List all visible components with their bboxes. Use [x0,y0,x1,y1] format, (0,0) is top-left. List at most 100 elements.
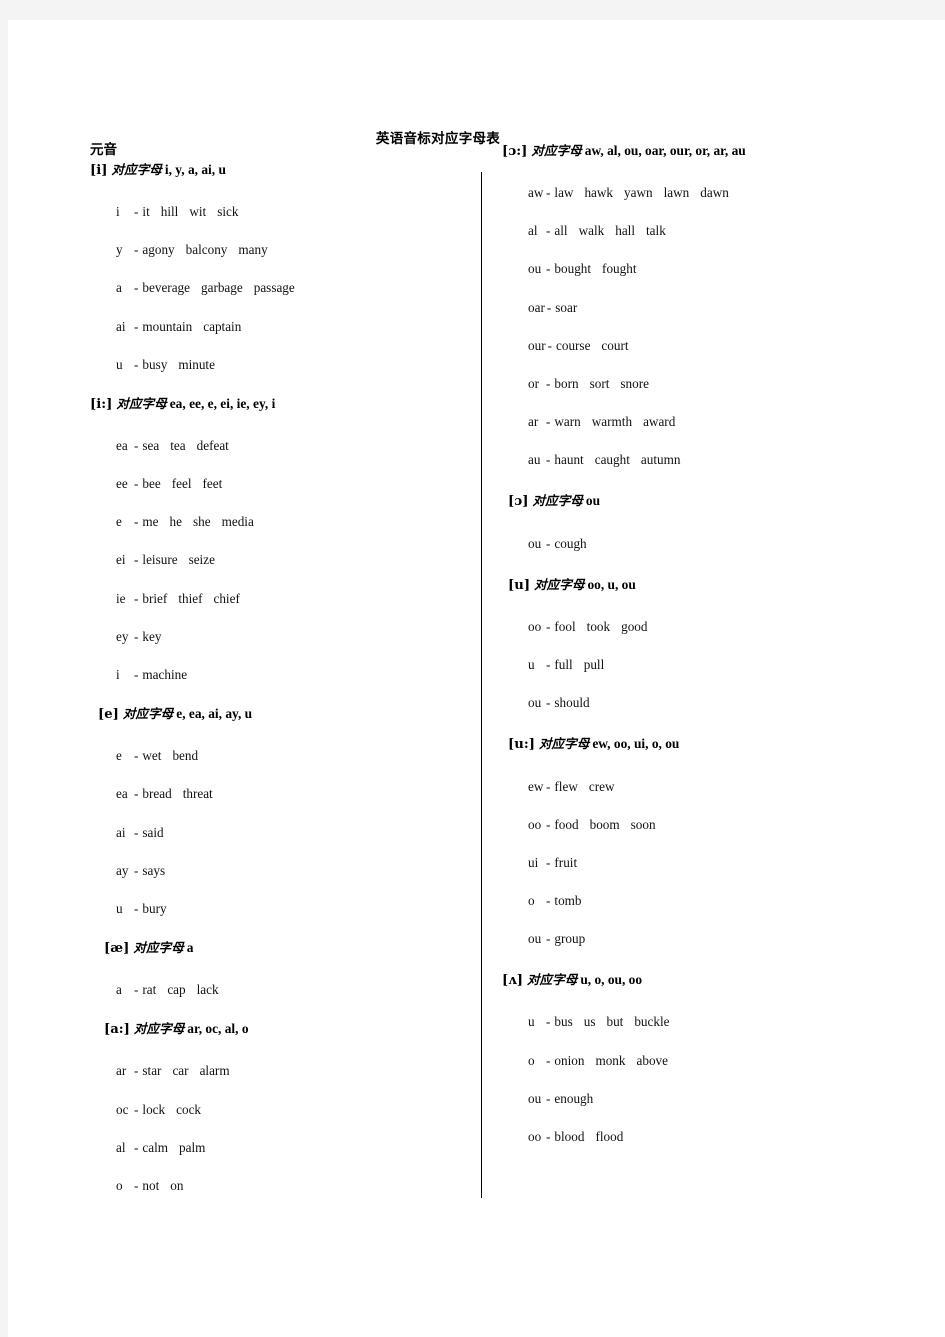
example-word: monk [595,1052,626,1068]
row-letter: y [116,242,123,258]
row-dash: - [134,628,139,644]
phoneme-heading: [i:] 对应字母 ea, ee, e, ei, ie, ey, i [90,395,470,413]
example-word: bury [142,900,167,916]
phoneme-heading: [ʌ] 对应字母 u, o, ou, oo [502,971,912,989]
row-letter: ou [528,535,542,551]
corresponding-letters-label: 对应字母 [111,161,162,177]
row-dash: - [546,1014,551,1030]
example-word: said [142,824,164,840]
row-dash: - [546,695,551,711]
example-word: lack [196,982,219,998]
letter-example-row: aw - law hawk yawn lawn dawn [528,184,912,201]
row-letter: ar [528,414,539,430]
example-word: passage [253,280,295,296]
example-word: boom [589,816,620,832]
example-word: walk [578,223,605,239]
letter-example-row: o - onion monk above [528,1052,912,1069]
example-word: hill [160,204,179,220]
row-dash: - [546,535,551,551]
row-letter: ui [528,854,539,870]
row-letter: ew [528,778,544,794]
row-dash: - [546,618,551,634]
example-word: minute [178,356,215,372]
example-word: wet [142,748,162,764]
row-letter: al [528,223,538,239]
letter-example-row: o - tomb [528,892,912,909]
corresponding-letters-label: 对应字母 [531,143,582,158]
example-word: feet [202,476,223,492]
phoneme-symbol: [i:] [90,396,113,412]
example-word: media [221,514,254,530]
example-word: it [142,204,150,220]
row-letter: u [528,657,535,673]
letter-example-row: u - busy minute [116,356,470,373]
example-word: seize [188,552,215,568]
row-dash: - [546,261,551,277]
example-word: feel [171,476,192,492]
letter-example-row: ei - leisure seize [116,551,470,568]
row-dash: - [546,414,551,430]
row-letter: ey [116,628,129,644]
phoneme-heading: [u:] 对应字母 ew, oo, ui, o, ou [508,735,912,753]
row-dash: - [546,778,551,794]
phoneme-heading: [i] 对应字母 i, y, a, ai, u [90,161,470,179]
letter-example-row: ou - should [528,694,912,711]
letter-example-row: a - rat cap lack [116,981,470,998]
example-word: snore [620,375,649,391]
phoneme-symbol: [ɔ] [508,494,529,510]
row-dash: - [546,452,551,468]
phoneme-section: [i:] 对应字母 ea, ee, e, ei, ie, ey, i ea - sea te… [90,395,470,683]
example-word: calm [142,1139,169,1155]
corresponding-letters-value: ew, oo, ui, o, ou [592,736,680,752]
corresponding-letters-label: 对应字母 [122,706,174,722]
corresponding-letters-label: 对应字母 [532,493,583,509]
row-letter: oo [528,816,542,832]
row-dash: - [546,375,551,391]
phoneme-symbol: [u:] [508,737,535,753]
example-word: garbage [201,280,243,296]
phoneme-symbol: [i] [90,162,108,178]
example-word: brief [142,590,168,606]
letter-example-row: ai - mountain captain [116,318,470,335]
example-word: good [621,618,648,634]
phoneme-section: [e] 对应字母 e, ea, ai, ay, u e - wet bend ea - bread… [90,705,470,917]
row-letter: o [116,1177,123,1193]
vowel-heading: 元音 [90,142,117,158]
row-dash: - [546,854,551,870]
phoneme-symbol: [ɔ:] [502,144,528,159]
letter-example-row: ee - bee feel feet [116,475,470,492]
row-dash: - [134,786,139,802]
letter-example-row: e - me he she media [116,513,470,530]
example-word: flood [595,1128,624,1144]
phoneme-section: [ɔ] 对应字母 ou ou - cough [502,492,912,551]
example-word: warmth [591,414,633,430]
phoneme-symbol: [u] [508,577,531,593]
example-word: hall [615,223,636,239]
letter-example-row: ou - enough [528,1090,912,1107]
row-letter: u [116,356,123,372]
example-word: food [554,816,579,832]
corresponding-letters-label: 对应字母 [534,576,585,592]
example-word: talk [646,223,666,239]
phoneme-symbol: [e] [98,707,119,723]
letter-example-row: al - calm palm [116,1139,470,1156]
letter-example-row: ui - fruit [528,854,912,871]
example-word: on [170,1177,184,1193]
example-word: bread [142,786,172,802]
example-word: lock [142,1101,166,1117]
example-word: onion [554,1052,585,1068]
letter-example-row: ar - warn warmth award [528,413,912,430]
row-dash: - [546,185,551,201]
example-word: buckle [634,1014,670,1030]
letter-example-row: our - course court [528,337,912,354]
corresponding-letters-label: 对应字母 [526,972,578,988]
row-dash: - [546,816,551,832]
example-word: machine [142,666,188,682]
example-word: above [636,1052,669,1068]
row-letter: oar [528,299,545,315]
example-word: warn [554,414,581,430]
row-letter: e [116,514,122,530]
row-dash: - [134,356,139,372]
letter-example-row: u - bury [116,900,470,917]
example-word: agony [142,242,175,258]
